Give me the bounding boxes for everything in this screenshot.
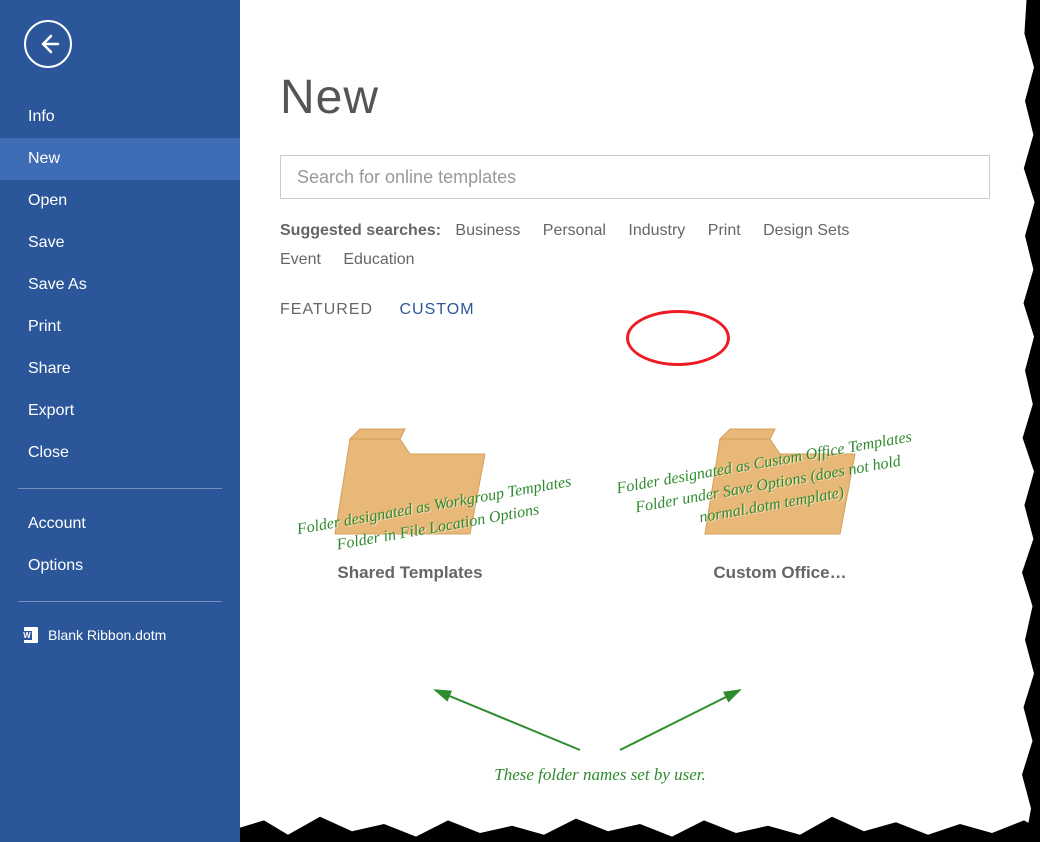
suggestions-label: Suggested searches:	[280, 222, 441, 239]
nav-account[interactable]: Account	[0, 503, 240, 545]
template-label: Shared Templates	[337, 563, 482, 583]
nav-list: Info New Open Save Save As Print Share E…	[0, 78, 240, 654]
backstage-sidebar: Info New Open Save Save As Print Share E…	[0, 0, 240, 842]
nav-export[interactable]: Export	[0, 390, 240, 432]
suggestion-industry[interactable]: Industry	[628, 222, 685, 239]
template-label: Custom Office…	[713, 563, 846, 583]
suggestion-event[interactable]: Event	[280, 251, 321, 268]
backstage-main: New Suggested searches: Business Persona…	[240, 0, 1040, 842]
nav-info[interactable]: Info	[0, 96, 240, 138]
nav-share[interactable]: Share	[0, 348, 240, 390]
nav-divider-2	[18, 601, 222, 602]
nav-save[interactable]: Save	[0, 222, 240, 264]
suggested-searches: Suggested searches: Business Personal In…	[280, 217, 990, 275]
search-box[interactable]	[280, 155, 990, 199]
nav-open[interactable]: Open	[0, 180, 240, 222]
word-doc-icon: W	[22, 626, 40, 644]
template-shared[interactable]: Shared Templates	[310, 409, 510, 583]
back-button[interactable]	[24, 20, 72, 68]
templates-grid: Shared Templates Custom Office…	[280, 409, 1040, 583]
nav-divider	[18, 488, 222, 489]
nav-save-as[interactable]: Save As	[0, 264, 240, 306]
page-title: New	[280, 70, 1040, 125]
suggestion-education[interactable]: Education	[343, 251, 414, 268]
nav-new[interactable]: New	[0, 138, 240, 180]
nav-print[interactable]: Print	[0, 306, 240, 348]
tab-featured[interactable]: FEATURED	[280, 301, 373, 318]
template-custom-office[interactable]: Custom Office…	[680, 409, 880, 583]
tab-custom[interactable]: CUSTOM	[400, 301, 475, 318]
suggestion-design-sets[interactable]: Design Sets	[763, 222, 849, 239]
recent-file-item[interactable]: W Blank Ribbon.dotm	[0, 616, 240, 654]
recent-file-label: Blank Ribbon.dotm	[48, 627, 166, 643]
folder-icon	[700, 409, 860, 539]
template-tabs: FEATURED CUSTOM	[280, 301, 1040, 319]
folder-icon	[330, 409, 490, 539]
suggestion-business[interactable]: Business	[455, 222, 520, 239]
suggestion-print[interactable]: Print	[708, 222, 741, 239]
nav-options[interactable]: Options	[0, 545, 240, 587]
search-input[interactable]	[297, 167, 973, 188]
nav-close[interactable]: Close	[0, 432, 240, 474]
svg-text:W: W	[23, 631, 31, 640]
suggestion-personal[interactable]: Personal	[543, 222, 606, 239]
